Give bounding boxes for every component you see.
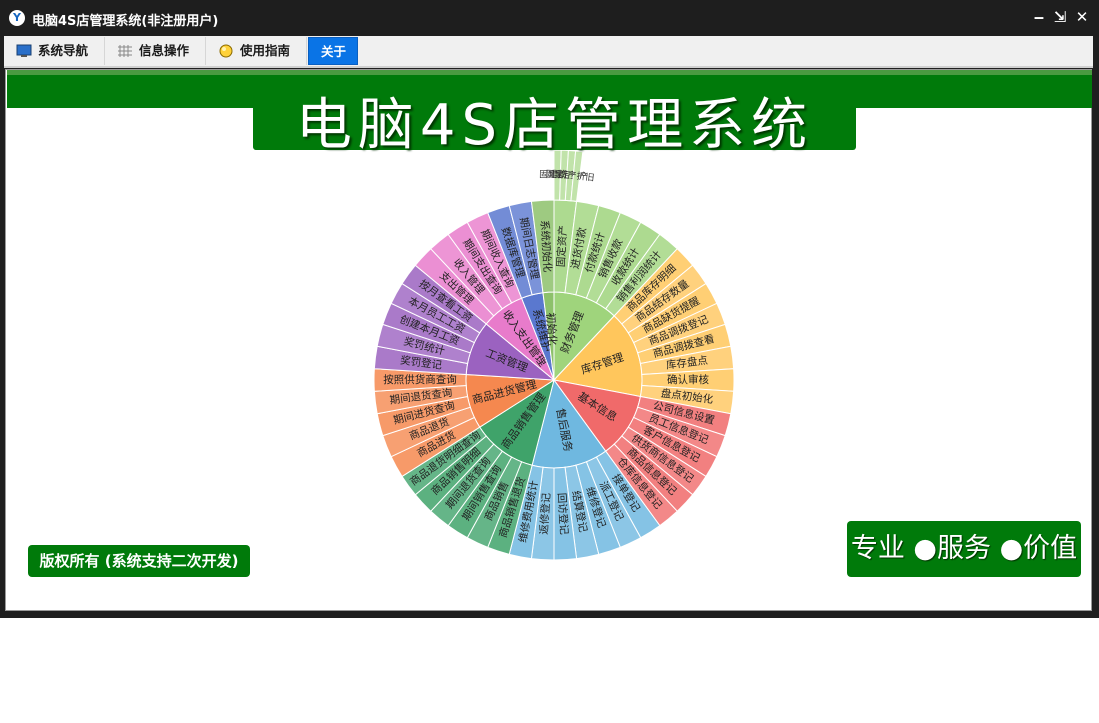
system-banner: 电脑4S店管理系统 bbox=[253, 78, 856, 158]
system-title: 电脑4S店管理系统 bbox=[295, 93, 814, 158]
copyright-badge: 版权所有 (系统支持二次开发) bbox=[28, 545, 250, 577]
sunburst-sector-label[interactable]: 初始化 bbox=[544, 312, 560, 346]
slogan-badge: 专业 ●服务 ●价值 bbox=[847, 521, 1081, 577]
app-window: Y 电脑4S店管理系统(非注册用户) ‒ ⇲ ✕ 系统导航 信息操作 使用指南 … bbox=[0, 0, 1099, 618]
sunburst-subsector-label[interactable]: 固定资产 bbox=[554, 225, 570, 268]
sunburst-subsector-label[interactable]: 确认审核 bbox=[667, 373, 709, 386]
sunburst-subsector-label[interactable]: 返修登记 bbox=[537, 492, 553, 535]
sunburst-subsector-label[interactable]: 按照供货商查询 bbox=[383, 373, 457, 386]
sunburst-subsector-label[interactable]: 回访登记 bbox=[555, 492, 571, 535]
